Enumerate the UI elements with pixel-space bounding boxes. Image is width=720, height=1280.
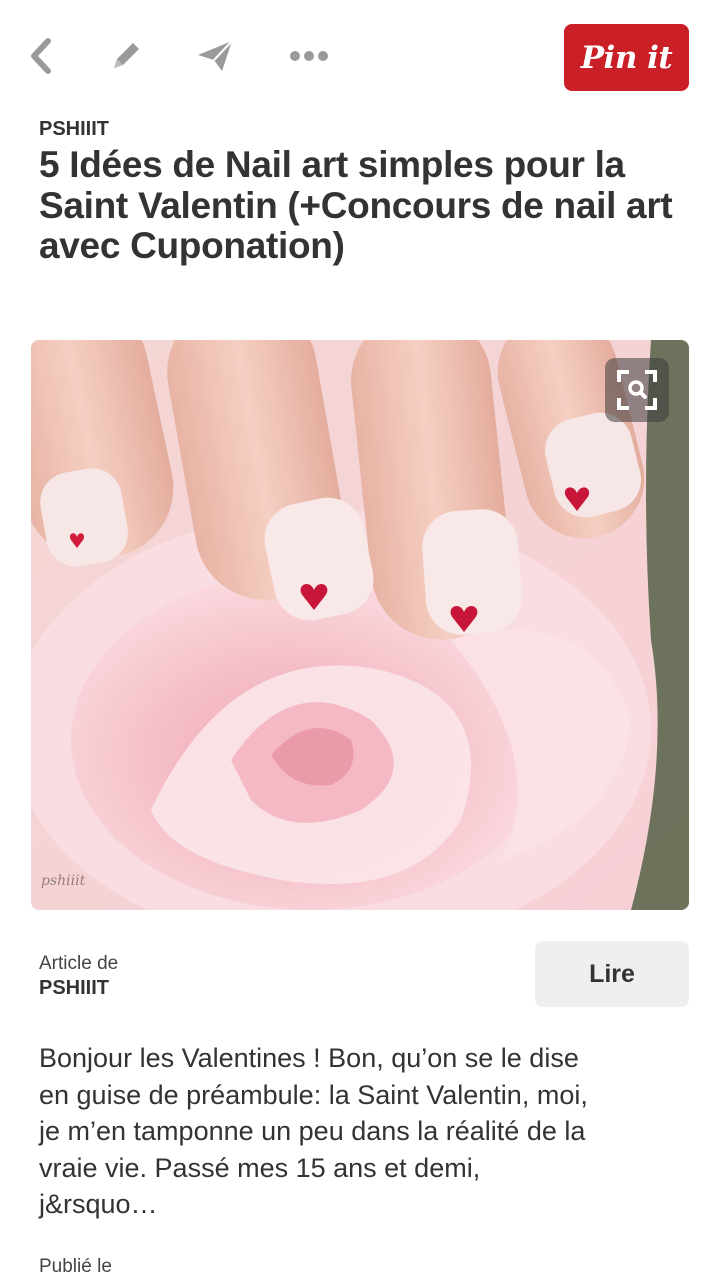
nail-art-photo: pshiiit xyxy=(31,340,689,910)
pin-source[interactable]: PSHIIIT xyxy=(39,118,109,141)
pin-it-button[interactable]: Pin it xyxy=(564,24,689,91)
edit-pencil-icon[interactable] xyxy=(104,34,148,78)
more-dots-icon[interactable] xyxy=(287,34,331,78)
svg-text:pshiiit: pshiiit xyxy=(41,873,86,889)
read-button[interactable]: Lire xyxy=(535,941,689,1007)
send-icon[interactable] xyxy=(193,34,237,78)
article-label: Article de xyxy=(39,953,119,974)
back-chevron-icon[interactable] xyxy=(19,34,63,78)
pin-title: 5 Idées de Nail art simples pour la Sain… xyxy=(39,144,673,266)
article-description: Bonjour les Valentines ! Bon, qu’on se l… xyxy=(39,1043,588,1219)
visual-search-icon[interactable] xyxy=(605,358,669,422)
pin-image[interactable]: pshiiit xyxy=(31,340,689,910)
published-label: Publié le xyxy=(39,1256,112,1277)
top-toolbar: Pin it xyxy=(0,0,720,110)
article-source[interactable]: PSHIIIT xyxy=(39,977,109,1000)
